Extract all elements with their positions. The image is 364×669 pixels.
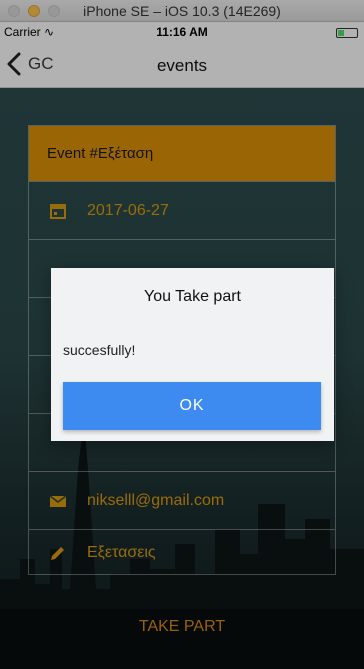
alert-title: You Take part — [144, 288, 241, 305]
alert-dialog: You Take part succesfully! OK — [51, 268, 334, 441]
alert-message: succesfully! — [63, 342, 136, 358]
ok-button[interactable]: OK — [63, 382, 321, 430]
